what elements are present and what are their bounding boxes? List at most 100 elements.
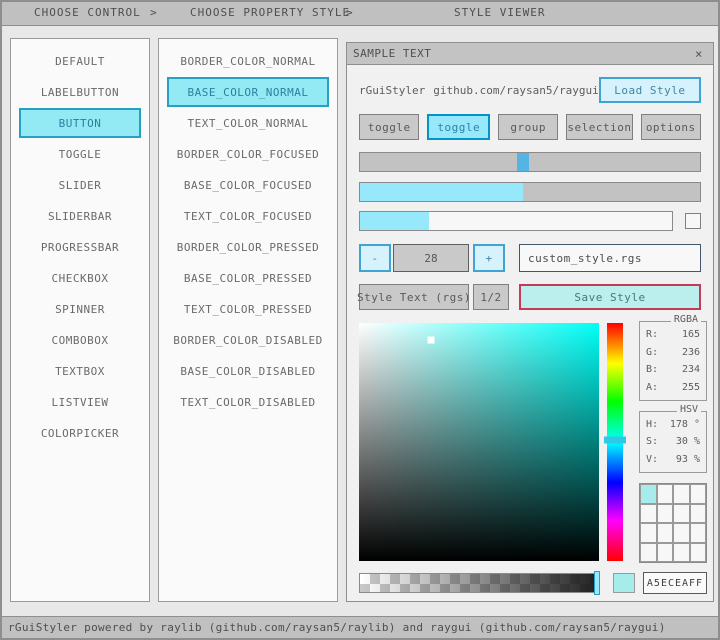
rguistyler-app: CHOOSE CONTROL > CHOOSE PROPERTY STYLE >… [0,0,720,640]
swatch-cell[interactable] [657,504,674,524]
control-item-toggle[interactable]: TOGGLE [19,139,141,169]
swatch-cell[interactable] [690,484,707,504]
hue-slider-handle[interactable] [604,436,626,443]
rgba-label-b: B: [646,364,658,375]
swatch-cell[interactable] [640,543,657,563]
control-item-slider[interactable]: SLIDER [19,170,141,200]
control-item-colorpicker[interactable]: COLORPICKER [19,418,141,448]
save-row: Style Text (rgs) 1/2 Save Style [359,284,701,310]
alpha-slider[interactable] [359,573,595,593]
property-item-border-focused[interactable]: BORDER_COLOR_FOCUSED [167,139,329,169]
property-item-base-normal[interactable]: BASE_COLOR_NORMAL [167,77,329,107]
swatch-cell[interactable] [657,523,674,543]
swatch-cell[interactable] [673,484,690,504]
property-item-border-normal[interactable]: BORDER_COLOR_NORMAL [167,46,329,76]
rgba-groupbox: RGBA R: 165 G: 236 B: 234 A: 255 [639,321,707,401]
filename-input[interactable] [519,244,701,272]
window-title: SAMPLE TEXT [353,47,431,60]
sample-slider[interactable] [359,152,701,172]
sample-checkbox[interactable] [685,213,701,229]
swatch-cell[interactable] [673,543,690,563]
swatch-cell[interactable] [690,504,707,524]
swatch-cell[interactable] [657,484,674,504]
swatch-cell[interactable] [690,523,707,543]
hex-color-value: A5ECEAFF [643,572,707,594]
control-item-combobox[interactable]: COMBOBOX [19,325,141,355]
repo-link[interactable]: github.com/raysan5/raygui [433,84,599,97]
color-picker-cursor[interactable] [428,336,435,343]
rgba-title: RGBA [671,314,701,325]
spinner-value: 28 [393,244,469,272]
hsv-value-v: 93 % [676,454,700,465]
status-text: rGuiStyler powered by raylib (github.com… [8,621,666,634]
color-picker-panel[interactable] [359,323,599,561]
swatch-cell[interactable] [657,543,674,563]
control-item-listview[interactable]: LISTVIEW [19,387,141,417]
property-item-text-normal[interactable]: TEXT_COLOR_NORMAL [167,108,329,138]
swatch-cell[interactable] [640,523,657,543]
property-item-base-focused[interactable]: BASE_COLOR_FOCUSED [167,170,329,200]
breadcrumb-bar: CHOOSE CONTROL > CHOOSE PROPERTY STYLE >… [2,2,718,26]
style-viewer-window: SAMPLE TEXT × rGuiStyler github.com/rays… [346,42,714,602]
control-item-button[interactable]: BUTTON [19,108,141,138]
property-item-base-pressed[interactable]: BASE_COLOR_PRESSED [167,263,329,293]
rgba-label-a: A: [646,382,658,393]
swatch-cell[interactable] [640,504,657,524]
rgba-value-b: 234 [682,364,700,375]
swatch-cell[interactable] [673,504,690,524]
toggle-button-2[interactable]: group [498,114,558,140]
rgba-row-r: R: 165 [640,329,706,340]
swatch-cell-selected[interactable] [640,484,657,504]
close-icon[interactable]: × [691,46,707,62]
property-item-base-disabled[interactable]: BASE_COLOR_DISABLED [167,356,329,386]
slider-handle[interactable] [517,153,529,171]
rgba-row-a: A: 255 [640,382,706,393]
chevron-right-icon: > [346,2,354,24]
style-text-button[interactable]: Style Text (rgs) [359,284,469,310]
current-color-chip [613,573,635,593]
hsv-groupbox: HSV H: 178 ° S: 30 % V: 93 % [639,411,707,473]
hue-slider[interactable] [607,323,623,561]
page-indicator-button[interactable]: 1/2 [473,284,509,310]
controls-list-panel: DEFAULT LABELBUTTON BUTTON TOGGLE SLIDER… [10,38,150,602]
alpha-slider-handle[interactable] [594,571,600,595]
spinner-decrement-button[interactable]: - [359,244,391,272]
rgba-value-r: 165 [682,329,700,340]
control-item-sliderbar[interactable]: SLIDERBAR [19,201,141,231]
property-item-text-disabled[interactable]: TEXT_COLOR_DISABLED [167,387,329,417]
property-item-text-pressed[interactable]: TEXT_COLOR_PRESSED [167,294,329,324]
control-item-labelbutton[interactable]: LABELBUTTON [19,77,141,107]
toggle-button-0[interactable]: toggle [359,114,419,140]
load-style-button[interactable]: Load Style [599,77,701,103]
property-item-border-disabled[interactable]: BORDER_COLOR_DISABLED [167,325,329,355]
control-item-spinner[interactable]: SPINNER [19,294,141,324]
swatch-cell[interactable] [690,543,707,563]
hsv-label-h: H: [646,419,658,430]
hsv-title: HSV [677,404,701,415]
window-titlebar[interactable]: SAMPLE TEXT × [347,43,713,65]
spinner-increment-button[interactable]: + [473,244,505,272]
rgba-row-b: B: 234 [640,364,706,375]
control-item-default[interactable]: DEFAULT [19,46,141,76]
toggle-button-1[interactable]: toggle [427,114,489,140]
rgba-label-g: G: [646,347,658,358]
toggle-group: toggle toggle group selection options [359,114,701,140]
property-item-border-pressed[interactable]: BORDER_COLOR_PRESSED [167,232,329,262]
hsv-value-s: 30 % [676,436,700,447]
rgba-label-r: R: [646,329,658,340]
save-style-button[interactable]: Save Style [519,284,701,310]
sample-sliderbar[interactable] [359,211,673,231]
control-item-checkbox[interactable]: CHECKBOX [19,263,141,293]
control-item-progressbar[interactable]: PROGRESSBAR [19,232,141,262]
breadcrumb-style-viewer: STYLE VIEWER [454,2,545,24]
control-item-textbox[interactable]: TEXTBOX [19,356,141,386]
toggle-button-4[interactable]: options [641,114,701,140]
status-bar: rGuiStyler powered by raylib (github.com… [2,616,718,638]
breadcrumb-choose-property-style: CHOOSE PROPERTY STYLE [190,2,350,24]
property-item-text-focused[interactable]: TEXT_COLOR_FOCUSED [167,201,329,231]
swatch-cell[interactable] [673,523,690,543]
alpha-gradient [360,574,594,592]
breadcrumb-choose-control: CHOOSE CONTROL [34,2,141,24]
toggle-button-3[interactable]: selection [566,114,632,140]
progressbar-fill [360,183,523,201]
